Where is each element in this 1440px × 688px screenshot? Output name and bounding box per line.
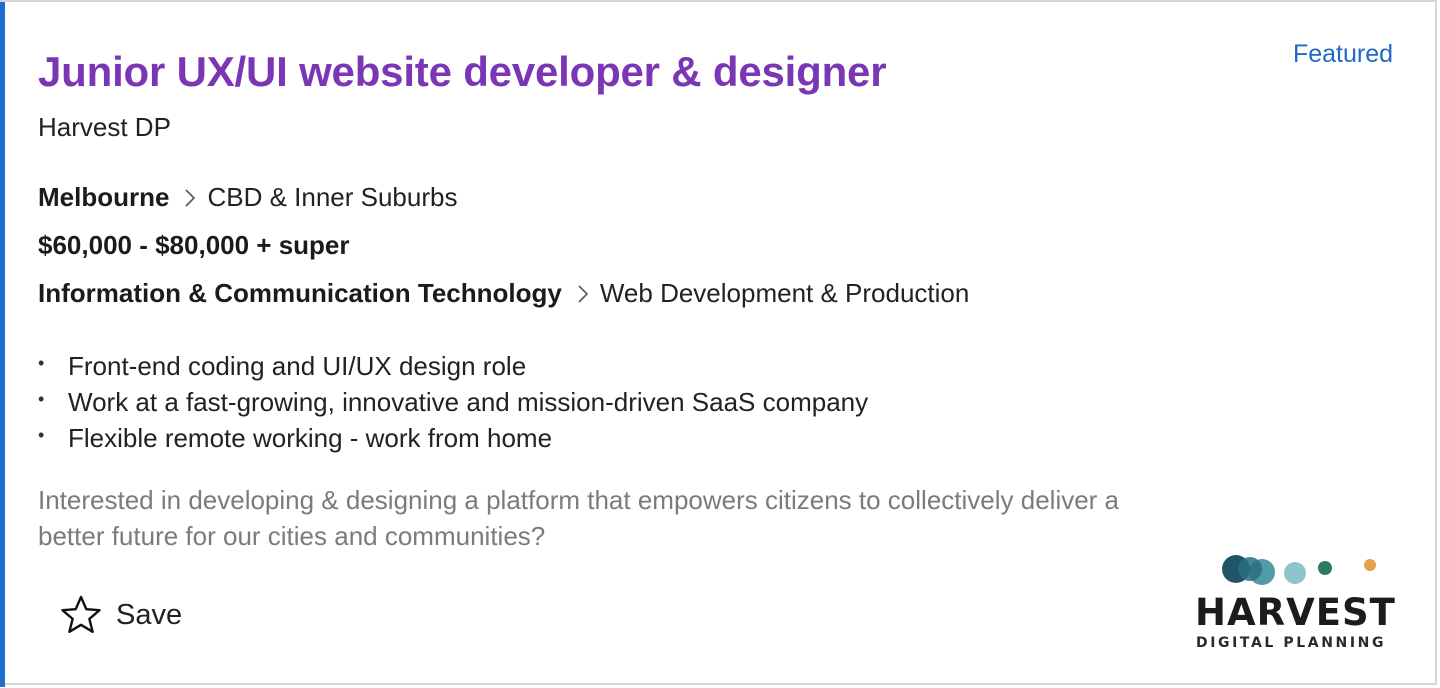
bullet-icon: • [38, 353, 45, 373]
chevron-right-icon [578, 284, 588, 303]
selling-point-text: Front-end coding and UI/UX design role [68, 351, 527, 381]
save-label: Save [116, 598, 183, 631]
selling-point: • Flexible remote working - work from ho… [38, 420, 868, 456]
job-card[interactable]: Featured Junior UX/UI website developer … [0, 0, 1437, 687]
job-location: Melbourne CBD & Inner Suburbs [38, 182, 457, 213]
job-title[interactable]: Junior UX/UI website developer & designe… [38, 48, 887, 96]
location-area[interactable]: CBD & Inner Suburbs [207, 182, 457, 213]
selling-point-text: Work at a fast-growing, innovative and m… [68, 387, 869, 417]
selling-point: • Work at a fast-growing, innovative and… [38, 384, 868, 420]
job-salary: $60,000 - $80,000 + super [38, 230, 350, 260]
selling-point-text: Flexible remote working - work from home [68, 423, 553, 453]
logo-dots-graphic [1222, 555, 1376, 585]
chevron-right-icon [185, 188, 196, 207]
job-classification: Information & Communication Technology W… [38, 278, 969, 309]
job-description: Interested in developing & designing a p… [38, 485, 1120, 551]
star-outline-icon [61, 595, 101, 633]
save-job-button[interactable]: Save [60, 594, 182, 636]
classification-subcategory[interactable]: Web Development & Production [600, 278, 970, 309]
bullet-icon: • [38, 425, 45, 445]
logo-wordmark: HARVEST [1195, 591, 1396, 634]
selling-points-list: • Front-end coding and UI/UX design role… [38, 348, 868, 456]
logo-tagline: DIGITAL PLANNING [1196, 635, 1387, 651]
featured-label: Featured [1292, 40, 1393, 68]
company-logo[interactable]: HARVEST DIGITAL PLANNING [1190, 547, 1400, 657]
classification-category[interactable]: Information & Communication Technology [38, 278, 562, 309]
company-name[interactable]: Harvest DP [38, 112, 171, 143]
featured-accent-bar [0, 2, 5, 687]
bullet-icon: • [38, 389, 45, 409]
location-city[interactable]: Melbourne [38, 182, 169, 213]
selling-point: • Front-end coding and UI/UX design role [38, 348, 868, 384]
